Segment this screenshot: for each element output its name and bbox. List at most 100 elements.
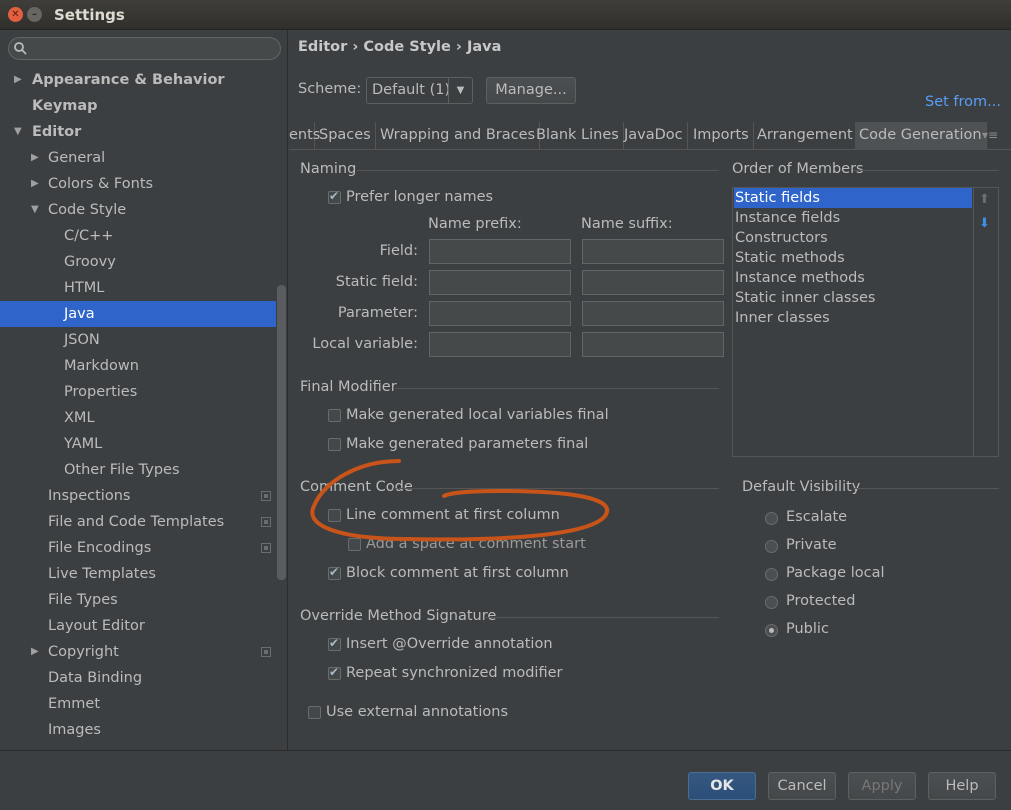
- insert-override-checkbox[interactable]: [328, 636, 341, 651]
- divider: [973, 188, 974, 456]
- tab-wrapping-braces[interactable]: Wrapping and Braces: [376, 122, 541, 150]
- escalate-radio[interactable]: [765, 512, 778, 525]
- more-tabs-icon[interactable]: ▾≡: [982, 128, 998, 142]
- manage-button[interactable]: Manage...: [486, 77, 576, 104]
- block-comment-first-column-checkbox[interactable]: [328, 565, 341, 580]
- member-static-inner-classes[interactable]: Static inner classes: [734, 288, 972, 308]
- divider: [853, 488, 999, 489]
- tree-item-file-types[interactable]: File Types: [0, 587, 276, 613]
- local-variable-suffix-input[interactable]: [582, 332, 724, 357]
- local-variable-prefix-input[interactable]: [429, 332, 571, 357]
- expand-arrow-icon[interactable]: ▶: [31, 639, 39, 665]
- static-field-suffix-input[interactable]: [582, 270, 724, 295]
- chevron-down-icon[interactable]: ▼: [448, 78, 472, 103]
- annotation-scribble: [310, 459, 609, 542]
- tree-item-copyright[interactable]: ▶ Copyright: [0, 639, 276, 665]
- expand-arrow-icon[interactable]: ▶: [31, 145, 39, 171]
- close-window-button[interactable]: ✕: [8, 7, 23, 22]
- tab-imports[interactable]: Imports: [689, 122, 754, 150]
- block-comment-first-column-label: Block comment at first column: [346, 565, 569, 581]
- cancel-button[interactable]: Cancel: [768, 772, 836, 800]
- field-suffix-input[interactable]: [582, 239, 724, 264]
- naming-section-title: Naming: [300, 161, 357, 177]
- private-radio[interactable]: [765, 540, 778, 553]
- tree-item-markdown[interactable]: Markdown: [0, 353, 276, 379]
- title-bar: ✕ – Settings: [0, 0, 1011, 30]
- member-instance-fields[interactable]: Instance fields: [734, 208, 972, 228]
- tree-item-other-file-types[interactable]: Other File Types: [0, 457, 276, 483]
- tab-code-generation[interactable]: Code Generation: [855, 122, 987, 150]
- tree-item-html[interactable]: HTML: [0, 275, 276, 301]
- tree-item-inspections[interactable]: Inspections: [0, 483, 276, 509]
- tree-item-yaml[interactable]: YAML: [0, 431, 276, 457]
- public-radio[interactable]: [765, 624, 778, 637]
- tab-arrangement[interactable]: Arrangement: [753, 122, 858, 150]
- tree-item-editor[interactable]: ▼ Editor: [0, 119, 276, 145]
- dialog-footer: OK Cancel Apply Help: [0, 750, 1011, 810]
- expand-arrow-icon[interactable]: ▶: [14, 67, 22, 93]
- tree-item-data-binding[interactable]: Data Binding: [0, 665, 276, 691]
- repeat-synchronized-checkbox[interactable]: [328, 665, 341, 680]
- tab-blank-lines[interactable]: Blank Lines: [532, 122, 624, 150]
- tab-tabs-and-indents[interactable]: ents: [285, 122, 320, 150]
- tree-item-layout-editor[interactable]: Layout Editor: [0, 613, 276, 639]
- tree-item-appearance-behavior[interactable]: ▶ Appearance & Behavior: [0, 67, 276, 93]
- tree-item-file-encodings[interactable]: File Encodings: [0, 535, 276, 561]
- tree-item-cpp[interactable]: C/C++: [0, 223, 276, 249]
- settings-main-panel: Editor › Code Style › Java Scheme: Defau…: [289, 30, 1011, 750]
- tree-item-code-style[interactable]: ▼ Code Style: [0, 197, 276, 223]
- parameter-prefix-input[interactable]: [429, 301, 571, 326]
- move-down-icon[interactable]: ⬇: [979, 216, 990, 231]
- divider: [357, 170, 719, 171]
- tree-item-properties[interactable]: Properties: [0, 379, 276, 405]
- set-from-link[interactable]: Set from...: [925, 94, 1001, 110]
- scheme-select[interactable]: Default (1) ▼: [366, 77, 473, 104]
- member-inner-classes[interactable]: Inner classes: [734, 308, 972, 328]
- tree-item-groovy[interactable]: Groovy: [0, 249, 276, 275]
- protected-radio[interactable]: [765, 596, 778, 609]
- tab-spaces[interactable]: Spaces: [315, 122, 376, 150]
- tree-item-file-code-templates[interactable]: File and Code Templates: [0, 509, 276, 535]
- ok-button[interactable]: OK: [688, 772, 756, 800]
- member-constructors[interactable]: Constructors: [734, 228, 972, 248]
- collapse-arrow-icon[interactable]: ▼: [31, 197, 39, 223]
- field-prefix-input[interactable]: [429, 239, 571, 264]
- minimize-window-button[interactable]: –: [27, 7, 42, 22]
- tree-item-json[interactable]: JSON: [0, 327, 276, 353]
- project-scope-icon: [261, 491, 271, 501]
- member-instance-methods[interactable]: Instance methods: [734, 268, 972, 288]
- package-local-label: Package local: [786, 565, 885, 581]
- apply-button[interactable]: Apply: [848, 772, 916, 800]
- tree-item-live-templates[interactable]: Live Templates: [0, 561, 276, 587]
- tree-item-xml[interactable]: XML: [0, 405, 276, 431]
- tree-item-images[interactable]: Images: [0, 717, 276, 743]
- tab-javadoc[interactable]: JavaDoc: [620, 122, 688, 150]
- parameter-suffix-input[interactable]: [582, 301, 724, 326]
- collapse-arrow-icon[interactable]: ▼: [14, 119, 22, 145]
- search-icon: [14, 42, 27, 55]
- project-scope-icon: [261, 543, 271, 553]
- prefer-longer-names-checkbox[interactable]: [328, 189, 341, 204]
- package-local-radio[interactable]: [765, 568, 778, 581]
- member-static-methods[interactable]: Static methods: [734, 248, 972, 268]
- tree-item-colors-fonts[interactable]: ▶ Colors & Fonts: [0, 171, 276, 197]
- params-final-checkbox[interactable]: [328, 438, 341, 451]
- static-field-prefix-input[interactable]: [429, 270, 571, 295]
- tree-item-emmet[interactable]: Emmet: [0, 691, 276, 717]
- help-button[interactable]: Help: [928, 772, 996, 800]
- window-title: Settings: [54, 6, 125, 24]
- local-vars-final-checkbox[interactable]: [328, 409, 341, 422]
- move-up-icon[interactable]: ⬆: [979, 192, 990, 207]
- expand-arrow-icon[interactable]: ▶: [31, 171, 39, 197]
- member-static-fields[interactable]: Static fields: [734, 188, 972, 208]
- order-of-members-list[interactable]: Static fields Instance fields Constructo…: [732, 187, 999, 457]
- sidebar-scrollbar[interactable]: [277, 285, 286, 580]
- tree-item-general[interactable]: ▶ General: [0, 145, 276, 171]
- divider: [853, 170, 999, 171]
- prefer-longer-names-label: Prefer longer names: [346, 189, 494, 205]
- search-input[interactable]: [8, 37, 281, 60]
- tree-item-keymap[interactable]: Keymap: [0, 93, 276, 119]
- public-label: Public: [786, 621, 829, 637]
- tree-item-java[interactable]: Java: [0, 301, 276, 327]
- external-annotations-checkbox[interactable]: [308, 706, 321, 719]
